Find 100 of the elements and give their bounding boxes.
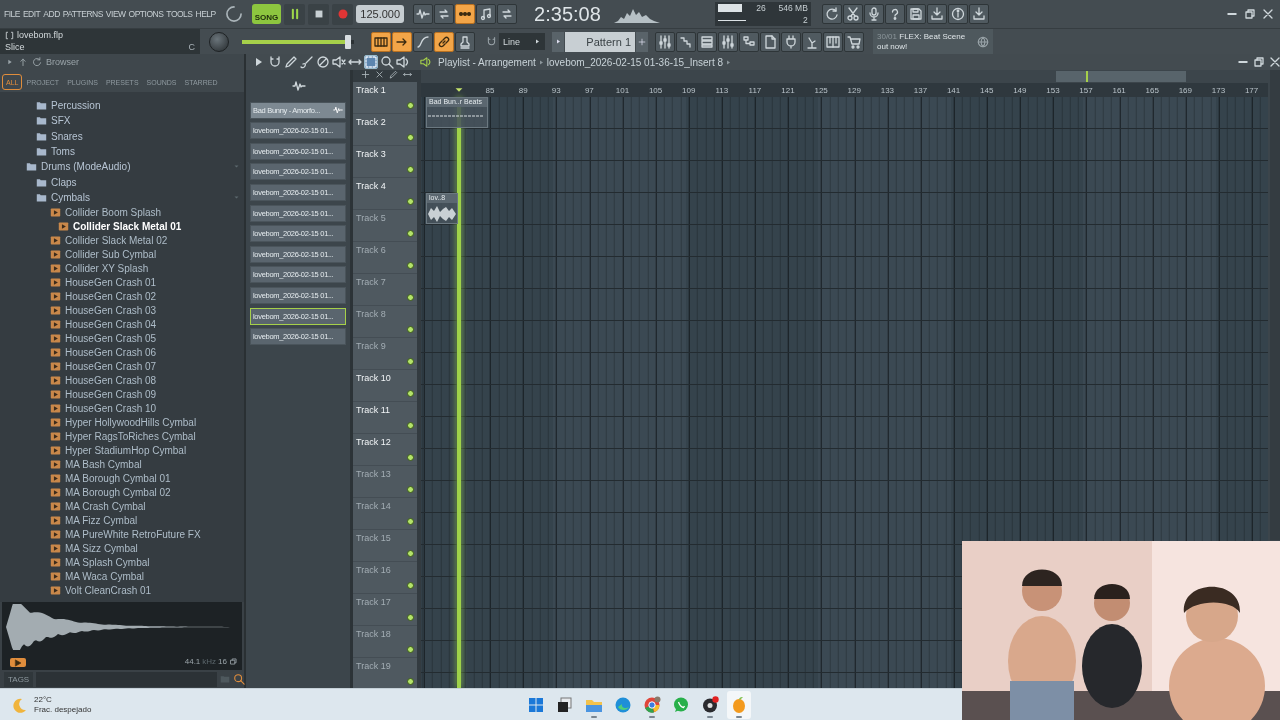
download-button[interactable] [968,4,989,24]
snap-dropdown[interactable]: Line [499,33,545,50]
tags-field[interactable] [36,671,218,687]
arrow-button[interactable] [392,31,412,52]
play-pause-button[interactable] [284,3,306,25]
sample-item[interactable]: HouseGen Crash 08 [50,373,157,388]
mixer-button[interactable] [655,31,675,52]
loop-button[interactable] [434,4,455,24]
download-button[interactable] [926,4,947,24]
sample-item[interactable]: HouseGen Crash 03 [50,303,157,318]
track-led[interactable] [407,134,414,141]
sample-item[interactable]: HouseGen Crash 02 [50,289,157,304]
speaker-button[interactable] [396,55,410,69]
sample-item[interactable]: HouseGen Crash 07 [50,359,157,374]
sample-item[interactable]: Collider Boom Splash [50,205,162,220]
stairs-button[interactable] [676,31,696,52]
track-led[interactable] [407,326,414,333]
tempo-display[interactable]: 125.000 [356,5,405,23]
sample-item[interactable]: Collider Sub Cymbal [50,247,157,262]
sample-item[interactable]: MA PureWhite RetroFuture FX [50,527,201,542]
folder-item[interactable]: Drums (ModeAudio) [26,159,131,175]
sample-item[interactable]: Hyper HollywoodHills Cymbal [50,415,197,430]
refresh-button[interactable] [821,4,842,24]
sample-item[interactable]: Collider XY Splash [50,261,149,276]
note-button[interactable] [476,4,497,24]
track-led[interactable] [407,550,414,557]
mute-button[interactable] [332,55,346,69]
preview-play-button[interactable] [10,658,26,667]
menu-item[interactable]: VIEW [105,9,126,19]
sample-item[interactable]: MA Sizz Cymbal [50,541,138,556]
track-header[interactable]: Track 17 [353,594,417,626]
menu-item[interactable]: HELP [195,9,216,19]
menu-item[interactable]: FILE [4,9,20,19]
folder-item[interactable]: Snares [36,128,83,144]
sample-item[interactable]: MA Fizz Cymbal [50,513,138,528]
folder-item[interactable]: SFX [36,113,71,129]
track-header[interactable]: Track 1 [353,82,417,114]
info-button[interactable] [947,4,968,24]
track-header[interactable]: Track 7 [353,274,417,306]
sample-item[interactable]: HouseGen Crash 05 [50,331,157,346]
track-led[interactable] [407,486,414,493]
sample-item[interactable]: HouseGen Crash 04 [50,317,157,332]
track-header[interactable]: Track 11 [353,402,417,434]
track-header[interactable]: Track 4 [353,178,417,210]
sample-item[interactable]: HouseGen Crash 01 [50,275,157,290]
restore-button[interactable] [1252,55,1267,69]
sample-item[interactable]: Hyper StadiumHop Cymbal [50,443,187,458]
sample-item[interactable]: Hyper RagsToRiches Cymbal [50,429,196,444]
track-led[interactable] [407,646,414,653]
track-header[interactable]: Track 14 [353,498,417,530]
menu-item[interactable]: ADD [43,9,60,19]
scroll-thumb[interactable] [1056,71,1186,82]
song-mode-toggle[interactable]: SONG [251,4,282,24]
sample-item[interactable]: MA Crash Cymbal [50,499,146,514]
prohibited-button[interactable] [316,55,330,69]
help-button[interactable] [884,4,905,24]
track-led[interactable] [407,422,414,429]
folder-item[interactable]: Cymbals [36,189,90,206]
track-header[interactable]: Track 15 [353,530,417,562]
folder-item[interactable]: Claps [36,174,77,190]
track-led[interactable] [407,358,414,365]
track-header[interactable]: Track 2 [353,114,417,146]
plug-button[interactable] [781,31,801,52]
save-button[interactable] [905,4,926,24]
track-led[interactable] [407,390,414,397]
track-header[interactable]: Track 12 [353,434,417,466]
mixer-button[interactable] [718,31,738,52]
sample-item[interactable]: MA Borough Cymbal 02 [50,485,171,500]
brush-button[interactable] [300,55,314,69]
track-header[interactable]: Track 3 [353,146,417,178]
pencil-button[interactable] [284,55,298,69]
track-led[interactable] [407,294,414,301]
microphone-button[interactable] [863,4,884,24]
list-button[interactable] [697,31,717,52]
track-led[interactable] [407,678,414,685]
previous-pattern-button[interactable] [552,31,564,52]
sample-item[interactable]: Volt CleanCrash 01 [50,583,152,598]
magnet-button[interactable] [268,55,282,69]
wave-button[interactable] [413,4,434,24]
loop-button[interactable] [497,4,518,24]
menu-item[interactable]: TOOLS [166,9,193,19]
track-header[interactable]: Track 13 [353,466,417,498]
sample-item[interactable]: HouseGen Crash 10 [50,401,157,416]
track-led[interactable] [407,166,414,173]
tags-button[interactable]: TAGS [4,671,34,687]
track-led[interactable] [407,454,414,461]
sample-item[interactable]: Collider Slack Metal 02 [50,233,168,248]
track-led[interactable] [407,614,414,621]
pattern-selector[interactable]: Pattern 1 [565,31,635,52]
scissors-button[interactable] [842,4,863,24]
scrollbar[interactable] [1270,70,1280,540]
keyboard-button[interactable] [371,31,391,52]
track-led[interactable] [407,518,414,525]
menu-item[interactable]: OPTIONS [128,9,164,19]
folder-item[interactable]: Toms [36,143,75,160]
track-header[interactable]: Track 16 [353,562,417,594]
sample-item[interactable]: MA Waca Cymbal [50,569,145,584]
piano-button[interactable] [823,31,843,52]
track-header[interactable]: Track 18 [353,626,417,658]
track-led[interactable] [407,262,414,269]
